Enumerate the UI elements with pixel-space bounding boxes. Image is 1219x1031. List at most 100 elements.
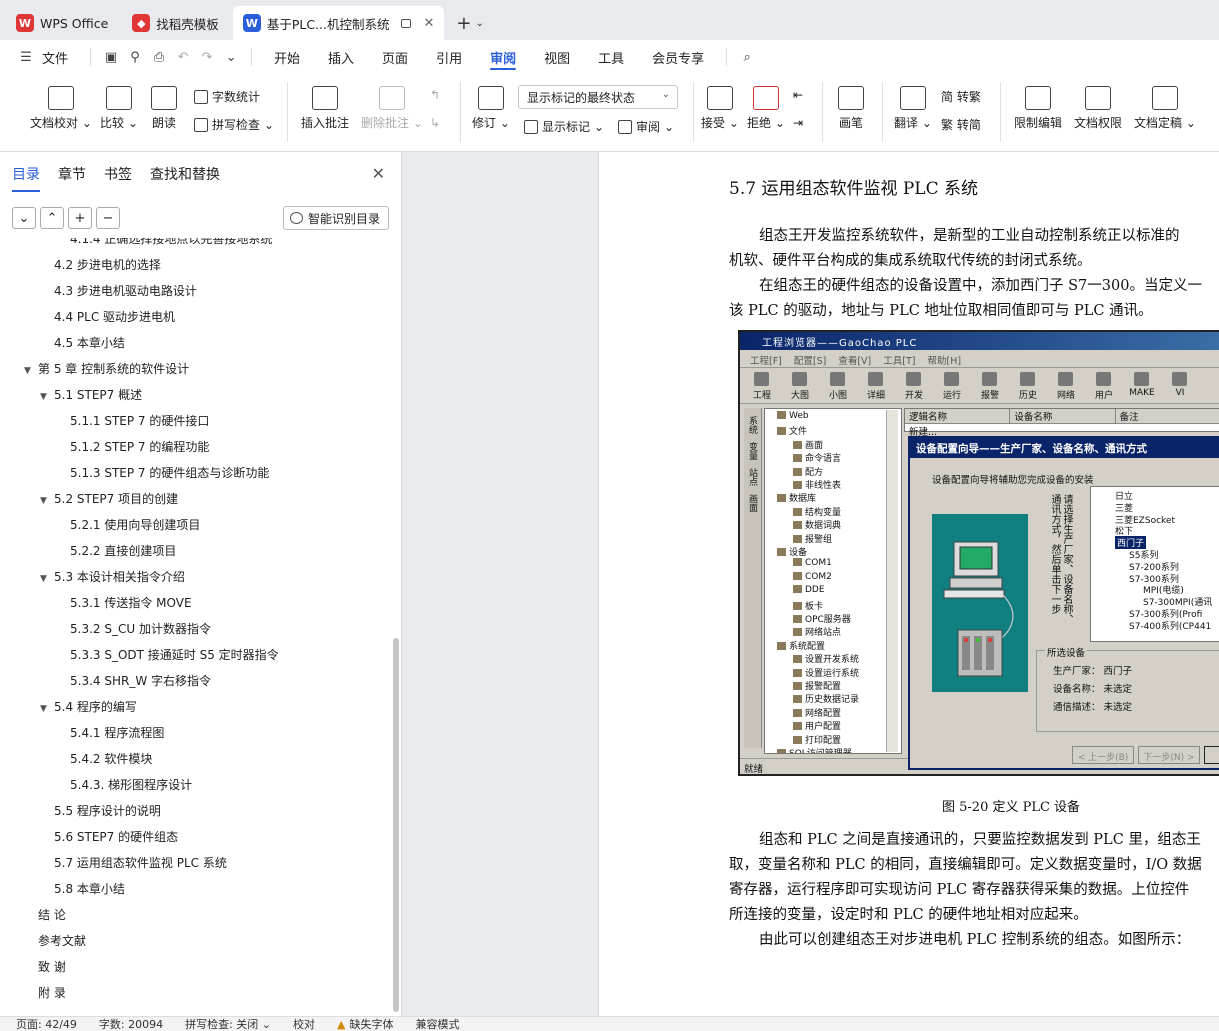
proofread-status[interactable]: 校对 — [293, 1017, 315, 1031]
doc-permission-button[interactable]: 文档权限 — [1074, 86, 1122, 131]
word-count[interactable]: 字数: 20094 — [99, 1017, 163, 1031]
expand-icon[interactable]: ⌃ — [40, 207, 64, 229]
menu-tools[interactable]: 工具 — [584, 40, 638, 74]
tab-document[interactable]: W 基于PLC...机控制系统 ✕ — [232, 6, 445, 40]
spell-check-button[interactable]: 拼写检查 ⌄ — [194, 116, 274, 133]
word-count-button[interactable]: 字数统计 — [194, 88, 260, 105]
toc-item[interactable]: 5.3.3 S_ODT 接通延时 S5 定时器指令 — [70, 646, 279, 663]
tab-wps-office[interactable]: W WPS Office — [6, 6, 118, 40]
smart-toc-button[interactable]: 智能识别目录 — [282, 206, 389, 230]
nav-tab-toc[interactable]: 目录 — [12, 164, 40, 192]
toc-item[interactable]: 参考文献 — [38, 932, 86, 949]
toc-item[interactable]: 4.1.4 正确选择接地点以完善接地系统 — [70, 238, 272, 247]
toc-item[interactable]: 5.5 程序设计的说明 — [54, 802, 161, 819]
delete-comment-button[interactable]: 删除批注 ⌄ — [361, 86, 423, 131]
spell-check-status[interactable]: 拼写检查: 关闭 ⌄ — [185, 1017, 271, 1031]
read-aloud-button[interactable]: 朗读 — [151, 86, 177, 131]
doc-finalize-button[interactable]: 文档定稿 ⌄ — [1134, 86, 1196, 131]
translate-button[interactable]: 翻译 ⌄ — [894, 86, 932, 131]
toc-item[interactable]: 4.4 PLC 驱动步进电机 — [54, 308, 175, 325]
toc-item[interactable]: 5.2.2 直接创建项目 — [70, 542, 176, 559]
toc-item[interactable]: ▼ 5.2 STEP7 项目的创建 — [40, 490, 178, 507]
add-level-icon[interactable]: + — [68, 207, 92, 229]
review-pane-button[interactable]: 审阅 ⌄ — [618, 118, 674, 135]
toc-item[interactable]: 5.3.2 S_CU 加计数器指令 — [70, 620, 211, 637]
nav-tab-chapters[interactable]: 章节 — [58, 164, 86, 192]
toc-item[interactable]: 5.1.2 STEP 7 的编程功能 — [70, 438, 209, 455]
window-icon[interactable] — [401, 18, 412, 28]
new-tab-button[interactable]: + ⌄ — [448, 6, 491, 40]
toc-item[interactable]: 附 录 — [38, 984, 66, 1001]
toc-item[interactable]: 5.8 本章小结 — [54, 880, 125, 897]
expand-triangle-icon[interactable]: ▼ — [40, 496, 54, 506]
close-panel-icon[interactable]: ✕ — [372, 164, 385, 183]
toc-item[interactable]: 致 谢 — [38, 958, 66, 975]
toc-item[interactable]: 4.3 步进电机驱动电路设计 — [54, 282, 197, 299]
toc-item[interactable]: 5.6 STEP7 的硬件组态 — [54, 828, 178, 845]
toc-item[interactable]: ▼ 第 5 章 控制系统的软件设计 — [24, 360, 189, 377]
toc-item[interactable]: 5.7 运用组态软件监视 PLC 系统 — [54, 854, 227, 871]
expand-triangle-icon[interactable]: ▼ — [40, 704, 54, 714]
remove-level-icon[interactable]: − — [96, 207, 120, 229]
toc-item[interactable]: ▼ 5.1 STEP7 概述 — [40, 386, 142, 403]
insert-comment-button[interactable]: 插入批注 — [301, 86, 349, 131]
tab-template[interactable]: ◆ 找稻壳模板 — [122, 6, 229, 40]
prev-change-icon[interactable]: ⇤ — [793, 88, 803, 102]
print-preview-icon[interactable]: ⎙ — [147, 45, 171, 69]
next-change-icon[interactable]: ⇥ — [793, 116, 803, 130]
markup-mode-select[interactable]: 显示标记的最终状态 ⌄ — [518, 85, 678, 109]
toc-item[interactable]: 5.3.1 传送指令 MOVE — [70, 594, 192, 611]
expand-triangle-icon[interactable]: ▼ — [40, 574, 54, 584]
comm-row: 通信描述： 未选定 — [1053, 702, 1133, 713]
collapse-icon[interactable]: ⌄ — [12, 207, 36, 229]
revise-button[interactable]: 修订 ⌄ — [472, 86, 510, 131]
expand-triangle-icon[interactable]: ▼ — [24, 366, 38, 376]
missing-font-status[interactable]: 缺失字体 — [350, 1017, 394, 1031]
hamburger-icon[interactable]: ☰ — [14, 45, 38, 69]
menu-home[interactable]: 开始 — [260, 40, 314, 74]
doc-check-button[interactable]: 文档校对 ⌄ — [30, 86, 92, 131]
prev-comment-icon[interactable]: ↰ — [430, 88, 440, 102]
save-icon[interactable]: ▣ — [99, 45, 123, 69]
search-icon[interactable]: ⌕ — [735, 45, 759, 69]
expand-triangle-icon[interactable]: ▼ — [40, 392, 54, 402]
toc-item[interactable]: 4.2 步进电机的选择 — [54, 256, 161, 273]
page-count[interactable]: 页面: 42/49 — [16, 1017, 77, 1031]
toc-item[interactable]: 5.1.3 STEP 7 的硬件组态与诊断功能 — [70, 464, 269, 481]
menu-member[interactable]: 会员专享 — [638, 40, 718, 74]
undo-icon[interactable]: ↶ — [171, 45, 195, 69]
redo-icon[interactable]: ↷ — [195, 45, 219, 69]
figure-menu-item: 查看[V] — [838, 356, 872, 367]
toc-item[interactable]: ▼ 5.3 本设计相关指令介绍 — [40, 568, 185, 585]
nav-tab-bookmarks[interactable]: 书签 — [104, 164, 132, 192]
reject-button[interactable]: 拒绝 ⌄ — [747, 86, 785, 131]
menu-insert[interactable]: 插入 — [314, 40, 368, 74]
menu-review[interactable]: 审阅 — [476, 40, 530, 74]
menu-page[interactable]: 页面 — [368, 40, 422, 74]
toc-item[interactable]: 5.3.4 SHR_W 字右移指令 — [70, 672, 211, 689]
toc-item[interactable]: 5.1.1 STEP 7 的硬件接口 — [70, 412, 209, 429]
to-traditional-button[interactable]: 简 转繁 — [941, 88, 981, 105]
pen-button[interactable]: 画笔 — [838, 86, 864, 131]
show-marks-button[interactable]: 显示标记 ⌄ — [524, 118, 604, 135]
toc-item[interactable]: 5.4.2 软件模块 — [70, 750, 152, 767]
to-simplified-button[interactable]: 繁 转简 — [941, 116, 981, 133]
toc-item[interactable]: 5.4.1 程序流程图 — [70, 724, 164, 741]
next-comment-icon[interactable]: ↳ — [430, 116, 440, 130]
share-icon[interactable]: ⚲ — [123, 45, 147, 69]
toc-item[interactable]: ▼ 5.4 程序的编写 — [40, 698, 137, 715]
toc-item[interactable]: 5.2.1 使用向导创建项目 — [70, 516, 200, 533]
accept-button[interactable]: 接受 ⌄ — [701, 86, 739, 131]
nav-tab-find-replace[interactable]: 查找和替换 — [150, 164, 220, 192]
menu-reference[interactable]: 引用 — [422, 40, 476, 74]
restrict-edit-button[interactable]: 限制编辑 — [1014, 86, 1062, 131]
menu-view[interactable]: 视图 — [530, 40, 584, 74]
toc-scrollbar[interactable] — [393, 638, 399, 1012]
toc-item[interactable]: 5.4.3. 梯形图程序设计 — [70, 776, 192, 793]
toc-item[interactable]: 4.5 本章小结 — [54, 334, 125, 351]
close-tab-icon[interactable]: ✕ — [423, 16, 434, 31]
more-chevron-icon[interactable]: ⌄ — [219, 45, 243, 69]
compare-button[interactable]: 比较 ⌄ — [100, 86, 138, 131]
menu-file[interactable]: 文件 — [38, 40, 82, 74]
toc-item[interactable]: 结 论 — [38, 906, 66, 923]
